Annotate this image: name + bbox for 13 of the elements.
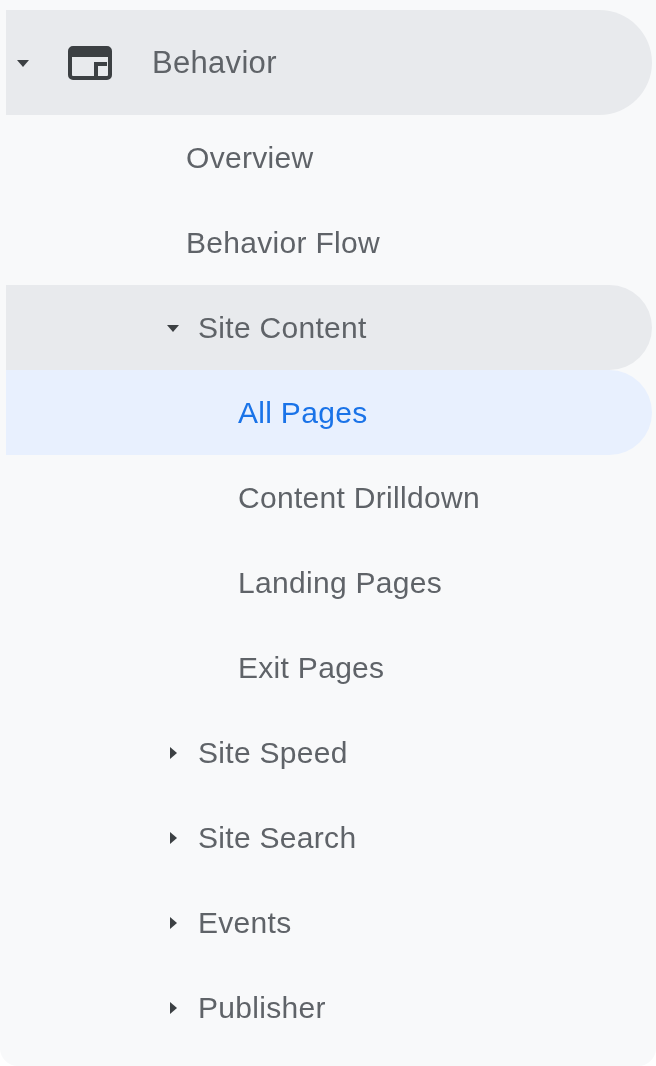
- nav-item[interactable]: Exit Pages: [6, 625, 652, 710]
- nav-item[interactable]: Behavior Flow: [6, 200, 652, 285]
- nav-item[interactable]: All Pages: [6, 370, 652, 455]
- nav-item[interactable]: Landing Pages: [6, 540, 652, 625]
- nav-item[interactable]: Events: [6, 880, 652, 965]
- nav-item[interactable]: Behavior: [6, 10, 652, 115]
- nav-item[interactable]: Publisher: [6, 965, 652, 1050]
- nav-item[interactable]: Site Search: [6, 795, 652, 880]
- nav-item[interactable]: Site Content: [6, 285, 652, 370]
- nav-item[interactable]: Overview: [6, 115, 652, 200]
- nav-item[interactable]: Content Drilldown: [6, 455, 652, 540]
- nav-item[interactable]: Site Speed: [6, 710, 652, 795]
- layout-icon: [68, 45, 112, 80]
